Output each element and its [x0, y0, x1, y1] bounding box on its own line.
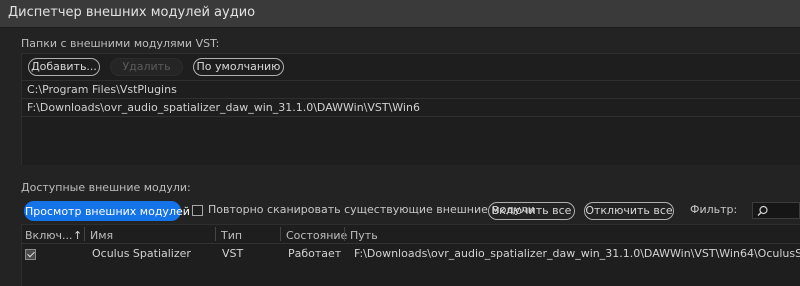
column-header-enabled[interactable]: Включ...: [25, 229, 72, 242]
remove-folder-button[interactable]: Удалить: [110, 58, 183, 76]
vst-folders-label: Папки с внешними модулями VST:: [21, 37, 220, 50]
folder-path-item[interactable]: C:\Program Files\VstPlugins: [27, 83, 177, 96]
plugin-status: Работает: [288, 247, 342, 260]
column-divider[interactable]: [344, 227, 345, 241]
scan-plugins-button[interactable]: Просмотр внешних модулей: [24, 201, 190, 221]
divider: [22, 80, 800, 81]
sort-ascending-icon[interactable]: ↑: [73, 229, 82, 242]
enable-all-button[interactable]: Включить все: [488, 202, 575, 220]
column-divider[interactable]: [280, 227, 281, 241]
title-bar: Диспетчер внешних модулей аудио: [0, 0, 800, 28]
rescan-label: Повторно сканировать существующие внешни…: [208, 203, 535, 216]
column-divider[interactable]: [215, 227, 216, 241]
add-folder-button[interactable]: Добавить...: [28, 58, 100, 76]
column-header-type[interactable]: Тип: [221, 229, 242, 242]
column-header-name[interactable]: Имя: [90, 229, 113, 242]
default-folders-button[interactable]: По умолчанию: [193, 58, 284, 76]
column-divider[interactable]: [84, 227, 85, 241]
filter-input[interactable]: [752, 202, 800, 219]
disable-all-button[interactable]: Отключить все: [584, 202, 674, 220]
column-header-status[interactable]: Состояние: [286, 229, 347, 242]
divider: [22, 243, 800, 244]
plugin-type: VST: [222, 247, 244, 260]
rescan-checkbox[interactable]: [192, 205, 203, 216]
plugin-path: F:\Downloads\ovr_audio_spatializer_daw_w…: [354, 247, 800, 260]
column-header-path[interactable]: Путь: [350, 229, 378, 242]
plugin-enabled-checkbox[interactable]: [25, 249, 36, 260]
plugin-name: Oculus Spatializer: [92, 247, 191, 260]
available-plugins-label: Доступные внешние модули:: [21, 181, 191, 194]
divider: [22, 98, 800, 99]
filter-label: Фильтр:: [690, 203, 738, 216]
divider: [22, 116, 800, 117]
search-icon: [757, 205, 768, 216]
folder-path-item[interactable]: F:\Downloads\ovr_audio_spatializer_daw_w…: [27, 101, 420, 114]
window-title: Диспетчер внешних модулей аудио: [8, 5, 256, 20]
